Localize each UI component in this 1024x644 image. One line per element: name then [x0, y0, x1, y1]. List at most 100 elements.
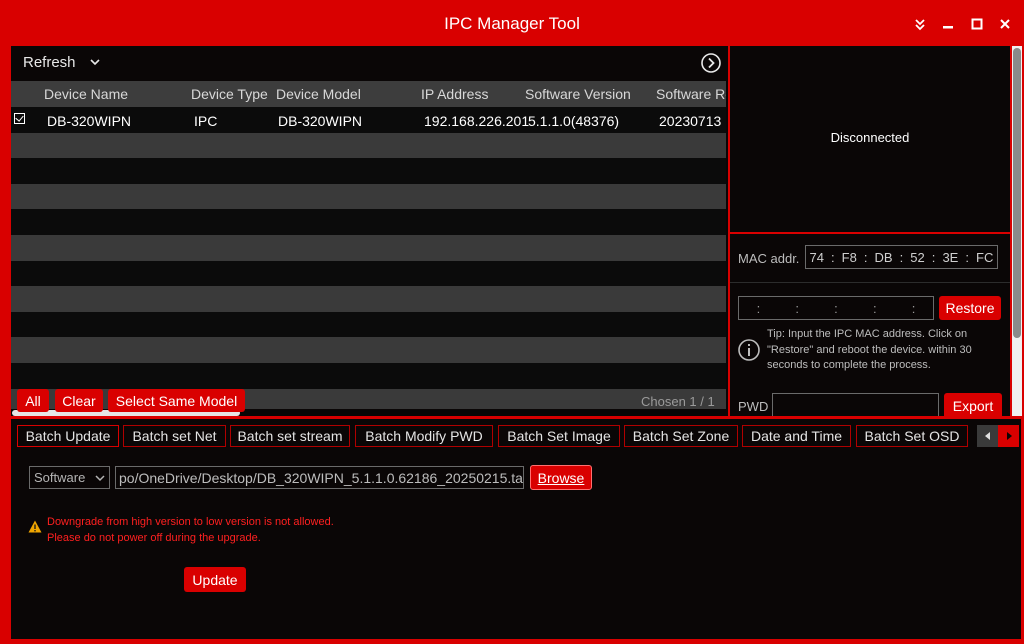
double-chevron-down-icon — [915, 19, 925, 31]
chevron-down-icon[interactable] — [89, 56, 101, 68]
mac-addr-label: MAC addr. — [738, 251, 800, 266]
tab-batch-set-image[interactable]: Batch Set Image — [498, 425, 620, 447]
restore-tip: Tip: Input the IPC MAC address. Click on… — [767, 327, 1007, 374]
warning-power-text: Please do not power off during the upgra… — [47, 532, 261, 544]
cell-device-model: DB-320WIPN — [278, 113, 363, 129]
tab-batch-set-zone[interactable]: Batch Set Zone — [624, 425, 738, 447]
column-header-device-name[interactable]: Device Name — [44, 86, 128, 102]
tip-line: Tip: Input the IPC MAC address. Click on — [767, 328, 968, 340]
close-button[interactable] — [994, 13, 1016, 35]
clear-button[interactable]: Clear — [55, 389, 103, 412]
table-row — [11, 132, 726, 159]
cell-device-type: IPC — [194, 113, 218, 129]
tab-scroll-left-button[interactable] — [977, 425, 998, 447]
select-all-button[interactable]: All — [17, 389, 49, 412]
triangle-left-icon — [984, 432, 990, 440]
mac-separator: : — [795, 300, 799, 316]
table-row — [11, 337, 726, 363]
tab-batch-update[interactable]: Batch Update — [17, 425, 119, 447]
mac-separator: : — [931, 249, 936, 265]
column-header-software-version[interactable]: Software Version — [525, 86, 631, 102]
mac-separator: : — [863, 249, 868, 265]
tab-batch-set-osd[interactable]: Batch Set OSD — [856, 425, 968, 447]
preview-pane: Disconnected — [730, 46, 1010, 232]
table-header: Device Name Device Type Device Model IP … — [11, 81, 726, 107]
minimize-icon — [943, 26, 953, 29]
table-row[interactable]: DB-320WIPN IPC DB-320WIPN 192.168.226.20… — [11, 107, 726, 133]
tip-line: "Restore" and reboot the device. within … — [767, 343, 972, 356]
table-row — [11, 286, 726, 312]
mac-octet: F8 — [841, 249, 857, 265]
maximize-button[interactable] — [966, 13, 988, 35]
mac-separator: : — [965, 249, 969, 265]
tab-batch-set-net[interactable]: Batch set Net — [123, 425, 226, 447]
refresh-button[interactable]: Refresh — [23, 54, 76, 71]
update-type-value: Software — [34, 470, 86, 485]
mac-separator: : — [872, 300, 877, 316]
table-row — [11, 235, 726, 261]
device-list-panel: Refresh Device Name Device Type Device M… — [11, 46, 728, 416]
cell-software-version: 5.1.1.0(48376) — [528, 113, 620, 129]
browse-button[interactable]: Browse — [530, 465, 592, 490]
mac-octet: DB — [874, 249, 893, 265]
column-header-ip-address[interactable]: IP Address — [421, 86, 488, 102]
mac-octet: 74 — [809, 249, 824, 265]
warning-icon — [28, 520, 42, 533]
mac-separator: : — [911, 300, 916, 316]
info-icon — [738, 339, 760, 361]
column-header-software-release[interactable]: Software Re — [656, 86, 726, 102]
window-title: IPC Manager Tool — [444, 14, 580, 33]
mac-octet: 52 — [910, 249, 925, 265]
vertical-scrollbar-thumb[interactable] — [1013, 48, 1021, 338]
table-row — [11, 209, 726, 235]
mac-separator: : — [834, 300, 838, 316]
cell-software-release: 20230713 — [659, 113, 722, 129]
table-row — [11, 363, 726, 389]
chosen-count: Chosen 1 / 1 — [641, 394, 715, 409]
column-header-device-model[interactable]: Device Model — [276, 86, 361, 102]
tab-scroll-right-button[interactable] — [998, 425, 1019, 447]
app-window: IPC Manager Tool Refresh Device Name Dev… — [0, 0, 1024, 644]
tab-date-and-time[interactable]: Date and Time — [742, 425, 851, 447]
update-type-select[interactable]: Software — [29, 466, 110, 489]
select-same-model-button[interactable]: Select Same Model — [108, 389, 245, 412]
mac-separator: : — [831, 249, 835, 265]
table-row — [11, 158, 726, 184]
chevron-down-icon — [95, 475, 105, 482]
column-header-device-type[interactable]: Device Type — [191, 86, 268, 102]
device-toolbar: Refresh — [11, 46, 728, 80]
tip-line: seconds to complete the process. — [767, 359, 931, 371]
update-button[interactable]: Update — [184, 567, 246, 592]
firmware-path-input[interactable]: po/OneDrive/Desktop/DB_320WIPN_5.1.1.0.6… — [115, 466, 524, 489]
mac-separator: : — [899, 249, 904, 265]
tab-batch-modify-pwd[interactable]: Batch Modify PWD — [355, 425, 493, 447]
restore-button[interactable]: Restore — [939, 296, 1001, 320]
tab-batch-set-stream[interactable]: Batch set stream — [230, 425, 350, 447]
export-button[interactable]: Export — [944, 393, 1002, 416]
warning-downgrade-text: Downgrade from high version to low versi… — [47, 516, 334, 528]
table-row — [11, 311, 726, 338]
mac-addr-field[interactable]: 74: F8: DB: 52: 3E: FC — [805, 245, 998, 269]
divider — [730, 282, 1010, 283]
mac-restore-panel: MAC addr. 74: F8: DB: 52: 3E: FC ::::: R… — [730, 234, 1010, 416]
maximize-icon — [971, 18, 983, 30]
cell-device-name: DB-320WIPN — [47, 113, 132, 129]
collapse-menu-button[interactable] — [909, 13, 931, 35]
batch-panel: Batch Update Batch set Net Batch set str… — [11, 419, 1021, 639]
table-row — [11, 183, 726, 210]
minimize-button[interactable] — [937, 13, 959, 35]
cell-ip-address: 192.168.226.201 — [424, 113, 530, 129]
circle-arrow-right-icon[interactable] — [700, 52, 722, 74]
close-icon — [1000, 19, 1010, 29]
mac-octet: 3E — [942, 249, 959, 265]
device-table: Device Name Device Type Device Model IP … — [11, 81, 726, 416]
row-checkbox[interactable] — [14, 113, 25, 124]
table-row — [11, 260, 726, 287]
mac-separator: : — [756, 300, 761, 316]
title-bar: IPC Manager Tool — [0, 0, 1024, 46]
pwd-field[interactable] — [772, 393, 939, 416]
connection-status: Disconnected — [830, 130, 910, 145]
restore-mac-field[interactable]: ::::: — [738, 296, 934, 320]
pwd-label: PWD — [738, 399, 769, 414]
mac-octet: FC — [976, 249, 994, 265]
